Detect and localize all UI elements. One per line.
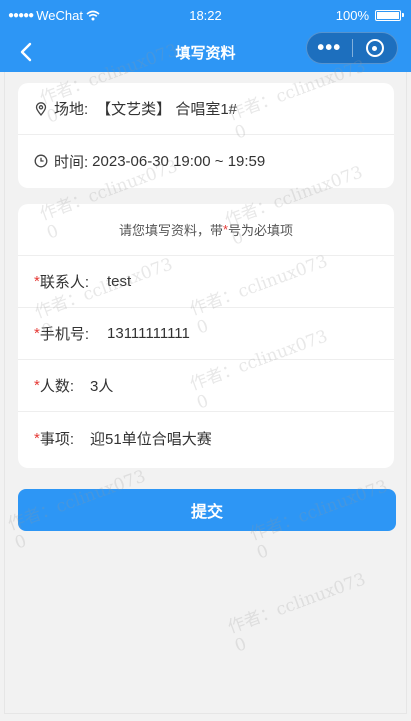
phone-field[interactable]: * 手机号: 13111111111	[18, 308, 394, 360]
time-value: 2023-06-30 19:00 ~ 19:59	[92, 152, 266, 170]
clock-icon	[34, 154, 48, 168]
matter-input[interactable]: 迎51单位合唱大赛	[90, 428, 212, 449]
battery-percent: 100%	[335, 8, 369, 23]
people-field[interactable]: * 人数: 3人	[18, 360, 394, 412]
phone-input[interactable]: 13111111111	[107, 325, 190, 342]
form-notice: 请您填写资料，带 * 号为必填项	[18, 204, 394, 256]
time-row: 时间: 2023-06-30 19:00 ~ 19:59	[18, 135, 394, 187]
mini-program-capsule: •••	[306, 32, 398, 64]
venue-value: 【文艺类】 合唱室1#	[96, 101, 238, 118]
nav-bar: 填写资料 •••	[0, 32, 411, 72]
booking-info-card: 场地: 【文艺类】 合唱室1# 时间: 2023-06-30 19:00 ~ 1…	[18, 83, 394, 188]
matter-label: 事项:	[39, 430, 75, 448]
people-input[interactable]: 3人	[90, 375, 113, 396]
contact-field[interactable]: * 联系人: test	[18, 256, 394, 308]
top-bar: ●●●●● WeChat 18:22 100% 填写资料 •••	[0, 0, 411, 72]
people-label: 人数:	[39, 378, 75, 395]
more-button[interactable]: •••	[307, 38, 352, 58]
status-bar: ●●●●● WeChat 18:22 100%	[0, 0, 411, 32]
matter-field[interactable]: * 事项: 迎51单位合唱大赛	[18, 412, 394, 464]
more-dots-icon: •••	[317, 37, 342, 59]
location-pin-icon	[34, 101, 48, 116]
submit-button[interactable]: 提交	[18, 489, 396, 531]
target-icon	[365, 39, 384, 57]
contact-input[interactable]: test	[107, 273, 131, 290]
battery-icon	[375, 10, 404, 21]
phone-label: 手机号:	[39, 326, 90, 343]
venue-label: 场地:	[54, 101, 89, 118]
contact-label: 联系人:	[39, 274, 90, 291]
time-label: 时间:	[54, 153, 89, 171]
form-card: 请您填写资料，带 * 号为必填项 * 联系人: test * 手机号: 131111…	[18, 204, 394, 468]
venue-row: 场地: 【文艺类】 合唱室1#	[18, 83, 394, 135]
close-miniprogram-button[interactable]	[352, 39, 397, 57]
